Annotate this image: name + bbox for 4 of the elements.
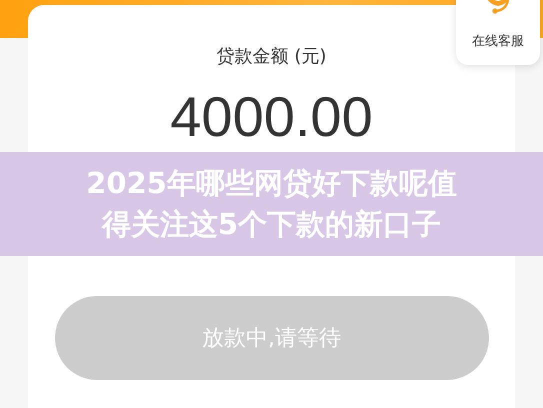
loan-amount: 4000.00 — [170, 89, 373, 145]
banner-title: 2025年哪些网贷好下款呢值 得关注这5个下款的新口子 — [86, 165, 457, 243]
loan-amount-label: 贷款金额 (元) — [216, 45, 326, 69]
customer-service-button[interactable]: 在线客服 — [456, 0, 540, 65]
